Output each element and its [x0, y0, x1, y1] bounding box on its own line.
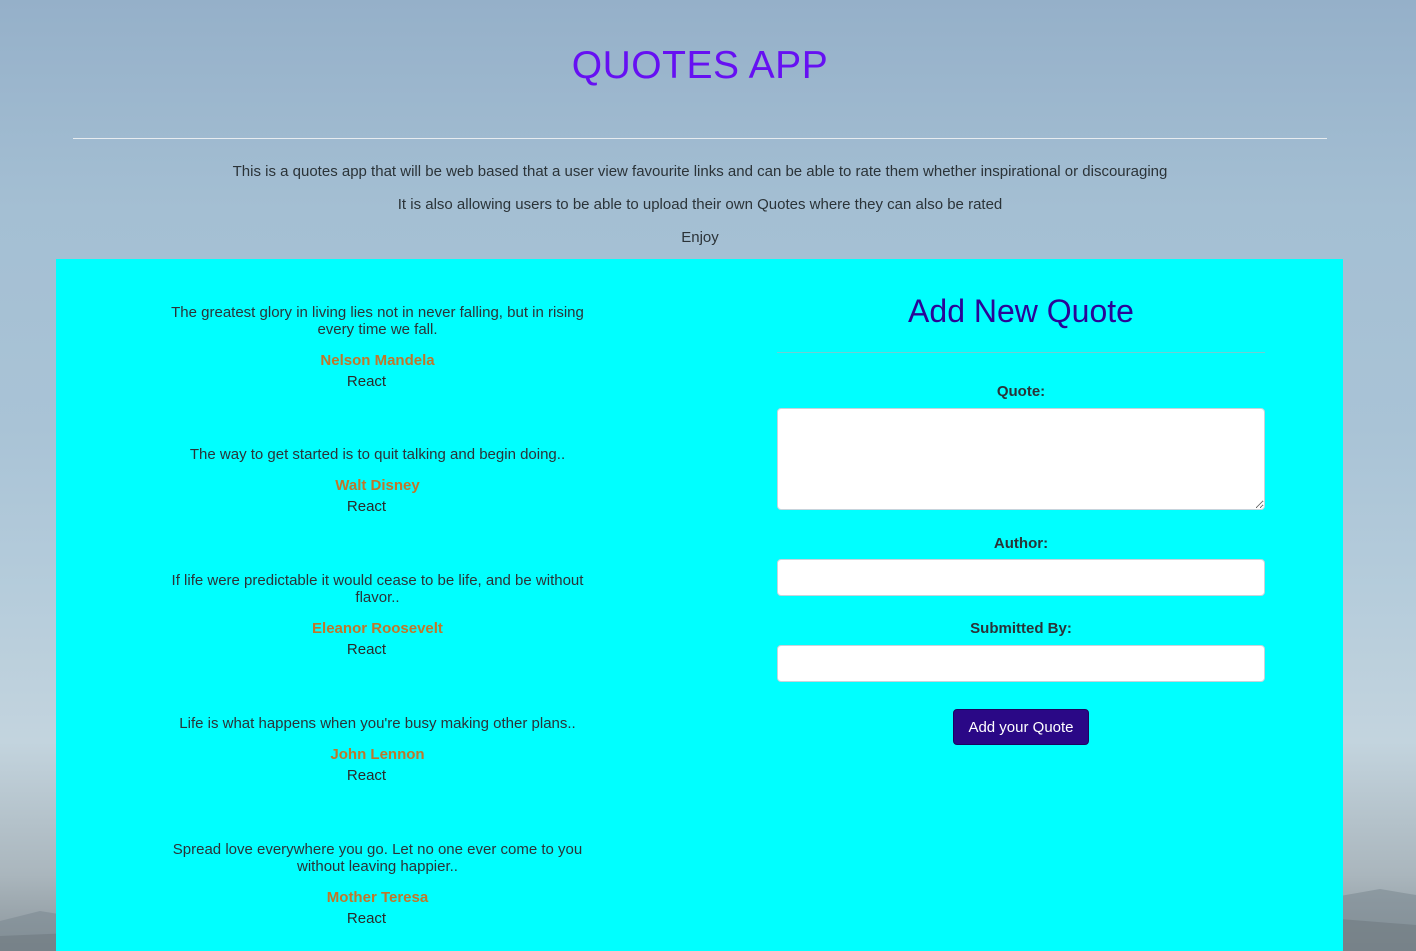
react-button[interactable]: React: [150, 373, 583, 390]
submitted-by-input[interactable]: [777, 645, 1265, 682]
submitted-by-label: Submitted By:: [970, 620, 1072, 637]
intro-line-3: Enjoy: [681, 229, 719, 246]
react-button[interactable]: React: [150, 767, 583, 784]
add-quote-button[interactable]: Add your Quote: [953, 709, 1089, 745]
quote-author: Nelson Mandela: [320, 352, 435, 369]
quote-text: The way to get started is to quit talkin…: [189, 446, 566, 463]
quote-text: If life were predictable it would cease …: [171, 572, 584, 606]
react-button[interactable]: React: [150, 498, 583, 515]
quote-card: The greatest glory in living lies not in…: [161, 304, 594, 390]
quote-author: Walt Disney: [335, 477, 420, 494]
header-divider: [73, 138, 1327, 139]
form-title: Add New Quote: [908, 293, 1134, 329]
main-panel: The greatest glory in living lies not in…: [56, 259, 1343, 951]
app-title: QUOTES APP: [571, 44, 829, 87]
quote-author: Mother Teresa: [326, 889, 429, 906]
author-input[interactable]: [777, 559, 1265, 596]
react-button[interactable]: React: [150, 641, 583, 658]
author-label: Author:: [993, 535, 1049, 552]
quote-author: Eleanor Roosevelt: [312, 620, 443, 637]
quote-text: Spread love everywhere you go. Let no on…: [172, 841, 583, 875]
quote-text: The greatest glory in living lies not in…: [171, 304, 584, 338]
quote-textarea[interactable]: [777, 408, 1265, 510]
quote-label: Quote:: [996, 383, 1046, 400]
quote-card: Spread love everywhere you go. Let no on…: [161, 841, 594, 927]
quote-card: The way to get started is to quit talkin…: [161, 446, 594, 515]
quote-text: Life is what happens when you're busy ma…: [179, 715, 576, 732]
react-button[interactable]: React: [150, 910, 583, 927]
quote-author: John Lennon: [330, 746, 425, 763]
form-divider: [777, 352, 1265, 353]
quote-card: If life were predictable it would cease …: [161, 572, 594, 658]
quote-card: Life is what happens when you're busy ma…: [161, 715, 594, 784]
intro-line-1: This is a quotes app that will be web ba…: [232, 163, 1168, 180]
intro-line-2: It is also allowing users to be able to …: [397, 196, 1003, 213]
